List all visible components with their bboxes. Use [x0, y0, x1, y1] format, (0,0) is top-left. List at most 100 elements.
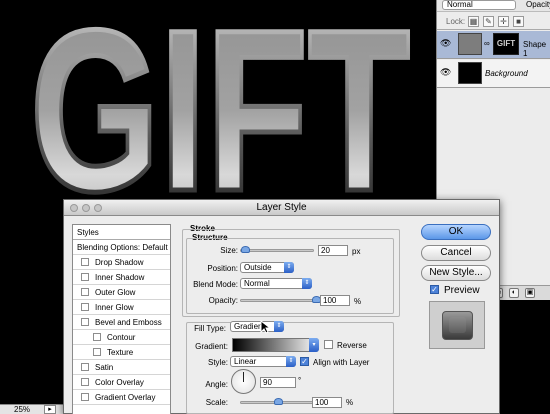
style-checkbox[interactable] — [81, 273, 89, 281]
lock-label: Lock: — [446, 17, 466, 26]
opacity-value: 100 — [323, 296, 337, 305]
layer-style-dialog: Layer Style Styles Blending Options: Defa… — [63, 199, 500, 414]
size-value: 20 — [321, 246, 330, 255]
style-item-label: Blending Options: Default — [77, 243, 168, 252]
layer-name: Background — [485, 69, 528, 78]
scale-unit: % — [346, 398, 354, 407]
opacity-label: Opacity: — [208, 296, 238, 305]
scale-slider-thumb[interactable] — [273, 398, 283, 405]
style-value: Linear — [234, 357, 257, 366]
chevron-updown-icon: ⇕ — [286, 356, 296, 367]
style-item[interactable]: Bevel and Emboss — [73, 315, 170, 330]
style-preview-swatch — [429, 301, 485, 349]
style-item[interactable]: Styles — [73, 225, 170, 240]
blend-mode-label: Blend Mode: — [193, 280, 238, 289]
lock-transparency-icon[interactable]: ▦ — [468, 16, 479, 27]
size-unit: px — [352, 247, 361, 256]
layer-thumbnail — [458, 33, 482, 55]
style-checkbox[interactable] — [81, 318, 89, 326]
style-checkbox[interactable] — [81, 288, 89, 296]
chevron-updown-icon: ⇕ — [302, 278, 312, 289]
styles-list: Styles Blending Options: Default Drop Shad… — [72, 224, 171, 414]
preview-label: Preview — [444, 285, 480, 296]
size-label: Size: — [220, 246, 238, 255]
style-checkbox[interactable] — [81, 363, 89, 371]
style-item[interactable]: Gradient Overlay — [73, 390, 170, 405]
zoom-level[interactable]: 25% — [14, 405, 30, 414]
angle-dial[interactable] — [231, 369, 256, 394]
status-info-icon[interactable]: ▸ — [44, 405, 56, 414]
layer-thumbnail — [458, 62, 482, 84]
style-item-label: Texture — [107, 348, 134, 357]
visibility-eye-icon[interactable]: 👁 — [440, 38, 452, 50]
scale-value: 100 — [315, 398, 329, 407]
layer-row-background[interactable]: 👁 Background — [437, 60, 550, 88]
lock-all-icon[interactable]: ■ — [513, 16, 524, 27]
new-layer-icon[interactable]: ▣ — [525, 288, 535, 298]
opacity-input[interactable]: 100 — [320, 295, 350, 306]
reverse-checkbox[interactable] — [324, 340, 333, 349]
angle-input[interactable]: 90 — [260, 377, 296, 388]
chevron-updown-icon: ⇕ — [284, 262, 294, 273]
style-item[interactable]: Drop Shadow — [73, 255, 170, 270]
close-icon[interactable] — [70, 204, 78, 212]
visibility-eye-icon[interactable]: 👁 — [440, 67, 452, 79]
style-checkbox[interactable] — [81, 378, 89, 386]
align-with-layer-checkbox[interactable]: ✓ — [300, 357, 309, 366]
scale-input[interactable]: 100 — [312, 397, 342, 408]
style-checkbox[interactable] — [81, 258, 89, 266]
new-style-button[interactable]: New Style... — [421, 265, 491, 281]
align-with-layer-label: Align with Layer — [313, 358, 370, 367]
chevron-updown-icon: ⇕ — [274, 321, 284, 332]
dialog-title-bar[interactable]: Layer Style — [64, 200, 499, 216]
style-item-label: Color Overlay — [95, 378, 144, 387]
gradient-picker[interactable] — [232, 338, 312, 352]
style-item-label: Styles — [77, 228, 99, 237]
size-slider-thumb[interactable] — [241, 246, 251, 253]
position-select[interactable]: Outside ⇕ — [240, 262, 294, 273]
scale-label: Scale: — [205, 398, 228, 407]
size-input[interactable]: 20 — [318, 245, 348, 256]
lock-pixels-icon[interactable]: ✎ — [483, 16, 494, 27]
style-label: Style: — [207, 358, 228, 367]
style-item[interactable]: Satin — [73, 360, 170, 375]
style-item[interactable]: Inner Glow — [73, 300, 170, 315]
blend-mode-select[interactable]: Normal ⇕ — [240, 278, 312, 289]
size-slider[interactable] — [240, 249, 314, 252]
layer-row-shape-1[interactable]: 👁 ∞ GIFT Shape 1 — [437, 31, 550, 59]
style-item-label: Contour — [107, 333, 136, 342]
ok-button[interactable]: OK — [421, 224, 491, 240]
style-item-label: Drop Shadow — [95, 258, 144, 267]
style-item-label: Outer Glow — [95, 288, 136, 297]
preview-checkbox[interactable]: ✓ — [430, 285, 439, 294]
new-adjustment-layer-icon[interactable]: ◐ — [509, 288, 519, 298]
style-checkbox[interactable] — [81, 393, 89, 401]
style-item[interactable]: Texture — [73, 345, 170, 360]
lock-position-icon[interactable]: ✛ — [498, 16, 509, 27]
style-item[interactable]: Outer Glow — [73, 285, 170, 300]
fill-type-select[interactable]: Gradient ⇕ — [230, 321, 284, 332]
mouse-cursor-icon — [260, 320, 272, 334]
layer-opacity-label: Opacity — [526, 0, 550, 9]
style-checkbox[interactable] — [93, 348, 101, 356]
opacity-slider[interactable] — [240, 299, 316, 302]
style-item[interactable]: Contour — [73, 330, 170, 345]
blend-mode-value: Normal — [244, 279, 270, 288]
style-item-label: Gradient Overlay — [95, 393, 156, 402]
style-select[interactable]: Linear ⇕ — [230, 356, 296, 367]
link-icon: ∞ — [484, 39, 490, 48]
dialog-title: Layer Style — [256, 202, 307, 213]
style-checkbox[interactable] — [81, 303, 89, 311]
cancel-button[interactable]: Cancel — [421, 245, 491, 261]
stroke-settings: Stroke Structure Size: 20 px Position: O… — [180, 224, 402, 414]
layer-blend-mode-select[interactable]: Normal — [442, 0, 516, 10]
style-checkbox[interactable] — [93, 333, 101, 341]
style-item[interactable]: Inner Shadow — [73, 270, 170, 285]
style-item[interactable]: Blending Options: Default — [73, 240, 170, 255]
gradient-dropdown[interactable]: ▾ — [309, 338, 319, 352]
opacity-unit: % — [354, 297, 362, 306]
zoom-icon[interactable] — [94, 204, 102, 212]
minimize-icon[interactable] — [82, 204, 90, 212]
chevron-down-icon: ▾ — [309, 338, 319, 352]
style-item[interactable]: Color Overlay — [73, 375, 170, 390]
